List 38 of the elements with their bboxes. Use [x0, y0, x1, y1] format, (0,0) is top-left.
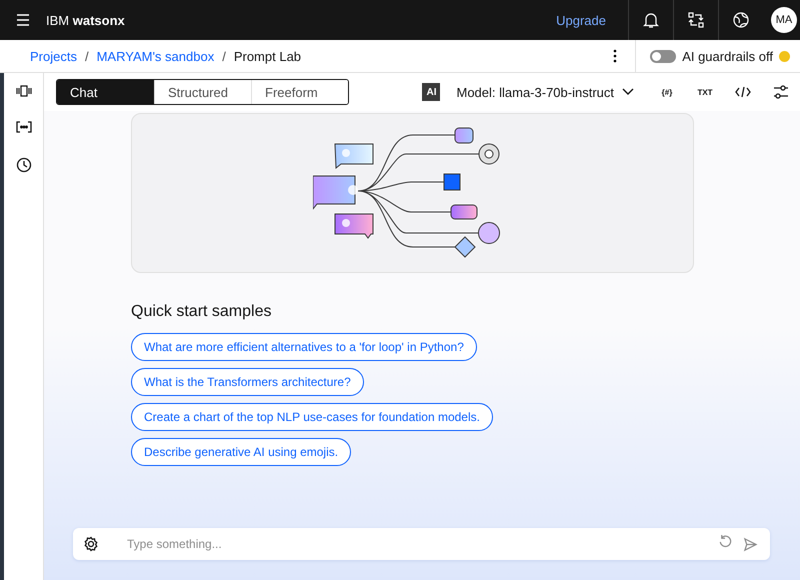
user-avatar[interactable]: MA — [771, 7, 797, 33]
model-selector[interactable]: Model: llama-3-70b-instruct — [456, 84, 634, 100]
menu-icon[interactable] — [15, 12, 31, 28]
history-icon[interactable] — [16, 157, 32, 173]
breadcrumb-separator: / — [222, 48, 226, 64]
status-dot — [779, 50, 790, 62]
mode-tab[interactable]: Freeform — [251, 80, 348, 104]
breadcrumb-separator: / — [84, 48, 89, 64]
breadcrumb-current-page: Prompt Lab — [234, 48, 302, 64]
overflow-menu-icon[interactable] — [613, 49, 618, 63]
breadcrumb-link[interactable]: Projects — [30, 48, 77, 64]
sample-prompt-chip[interactable]: What is the Transformers architecture? — [131, 368, 364, 396]
toolbar-icon-button[interactable]: {#} — [648, 77, 686, 107]
toolbar-icon-button[interactable]: TXT — [686, 77, 724, 107]
guardrails-toggle[interactable] — [650, 50, 676, 62]
sample-prompt-chip[interactable]: Create a chart of the top NLP use-cases for foundation models. — [131, 403, 493, 431]
sample-prompt-chip[interactable]: Describe generative AI using emojis. — [131, 438, 352, 466]
chevron-down-icon[interactable] — [622, 88, 634, 96]
chat-input-bar[interactable]: Type something... — [73, 528, 770, 560]
switch-icon[interactable] — [687, 11, 705, 29]
product-name: IBM watsonx — [46, 12, 125, 28]
sample-prompt-chip[interactable]: What are more efficient alternatives to a 'for loop' in Python? — [131, 333, 477, 361]
ai-badge: AI — [422, 83, 440, 101]
mode-tab[interactable]: Chat — [57, 80, 154, 104]
code-icon[interactable] — [735, 86, 751, 98]
upgrade-link[interactable]: Upgrade — [556, 12, 606, 28]
reset-icon[interactable] — [718, 534, 733, 549]
variables-icon[interactable] — [16, 121, 32, 133]
breadcrumb-link[interactable]: MARYAM's sandbox — [96, 48, 214, 64]
section-title: Quick start samples — [131, 303, 272, 321]
chat-input-field[interactable]: Type something... — [125, 536, 708, 552]
bell-icon[interactable] — [642, 11, 660, 29]
send-icon[interactable] — [743, 536, 758, 552]
settings-icon[interactable] — [773, 85, 789, 99]
globe-icon[interactable] — [732, 11, 750, 29]
guardrails-label: AI guardrails off — [682, 48, 773, 64]
chat-panel-icon[interactable] — [16, 85, 32, 97]
settings-icon[interactable] — [83, 536, 99, 552]
